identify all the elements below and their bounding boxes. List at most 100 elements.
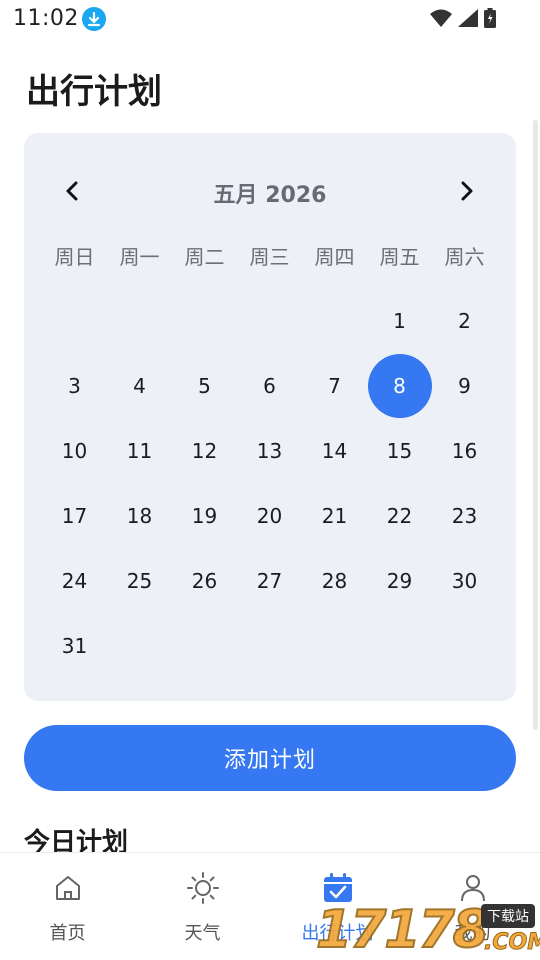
calendar-day[interactable]: 30 bbox=[432, 548, 497, 613]
calendar-day[interactable]: 9 bbox=[432, 353, 497, 418]
calendar-day-number: 4 bbox=[133, 373, 146, 398]
next-month-button[interactable] bbox=[447, 171, 487, 211]
calendar-day-grid: 1 2 3 4 5 6 7 8 9 10 11 12 13 14 15 16 17 18 19 20 21 22 23 24 2… bbox=[42, 288, 498, 678]
calendar-day[interactable]: 27 bbox=[237, 548, 302, 613]
calendar-check-icon bbox=[321, 871, 355, 905]
calendar-day[interactable]: 20 bbox=[237, 483, 302, 548]
calendar-day-number: 21 bbox=[321, 503, 348, 528]
calendar-day-number: 11 bbox=[126, 438, 153, 463]
calendar-day[interactable]: 28 bbox=[302, 548, 367, 613]
calendar-day[interactable]: 12 bbox=[172, 418, 237, 483]
calendar-day[interactable]: 29 bbox=[367, 548, 432, 613]
calendar-day-number: 13 bbox=[256, 438, 283, 463]
status-bar: 11:02 bbox=[0, 0, 540, 40]
calendar-day[interactable]: 24 bbox=[42, 548, 107, 613]
calendar-day-number: 25 bbox=[126, 568, 153, 593]
nav-label: 我的 bbox=[454, 923, 491, 944]
calendar-day[interactable]: 2 bbox=[432, 288, 497, 353]
weekday-label: 周三 bbox=[249, 245, 290, 269]
calendar-day-number: 18 bbox=[126, 503, 153, 528]
calendar-day-empty bbox=[172, 288, 237, 353]
calendar-day-number: 1 bbox=[393, 308, 406, 333]
calendar-day-number: 31 bbox=[61, 633, 88, 658]
status-icons bbox=[430, 8, 496, 28]
calendar-day-number: 22 bbox=[386, 503, 413, 528]
calendar-day[interactable]: 26 bbox=[172, 548, 237, 613]
calendar-day[interactable]: 16 bbox=[432, 418, 497, 483]
calendar-day-empty bbox=[42, 288, 107, 353]
nav-item-home[interactable]: 首页 bbox=[0, 853, 135, 960]
download-icon bbox=[82, 7, 106, 31]
calendar-day-number: 9 bbox=[458, 373, 471, 398]
add-plan-button[interactable]: 添加计划 bbox=[24, 725, 516, 791]
calendar-day-number: 8 bbox=[367, 353, 432, 418]
calendar-day-number: 15 bbox=[386, 438, 413, 463]
chevron-right-icon bbox=[461, 181, 473, 201]
calendar-day[interactable]: 19 bbox=[172, 483, 237, 548]
calendar-day-selected[interactable]: 8 bbox=[367, 353, 432, 418]
battery-icon bbox=[484, 8, 496, 28]
weekday-label: 周一 bbox=[119, 245, 160, 269]
calendar-month-label: 五月 2026 bbox=[213, 183, 327, 208]
calendar-day[interactable]: 21 bbox=[302, 483, 367, 548]
calendar-day[interactable]: 25 bbox=[107, 548, 172, 613]
calendar-day-number: 30 bbox=[451, 568, 478, 593]
calendar-day[interactable]: 4 bbox=[107, 353, 172, 418]
calendar-day-number: 12 bbox=[191, 438, 218, 463]
weekday-label: 周日 bbox=[54, 245, 95, 269]
calendar-day[interactable]: 31 bbox=[42, 613, 107, 678]
status-time: 11:02 bbox=[13, 6, 79, 31]
calendar-day[interactable]: 10 bbox=[42, 418, 107, 483]
nav-item-mine[interactable]: 我的 bbox=[405, 853, 540, 960]
calendar-day[interactable]: 14 bbox=[302, 418, 367, 483]
today-plan-title: 今日计划 bbox=[24, 828, 129, 852]
calendar-day-number: 24 bbox=[61, 568, 88, 593]
sun-icon bbox=[186, 871, 220, 905]
calendar-day-number: 6 bbox=[263, 373, 276, 398]
weekday-header: 周日 周一 周二 周三 周四 周五 周六 bbox=[42, 241, 498, 270]
calendar-day[interactable]: 18 bbox=[107, 483, 172, 548]
calendar-day-number: 16 bbox=[451, 438, 478, 463]
calendar-day[interactable]: 22 bbox=[367, 483, 432, 548]
calendar-day-empty bbox=[237, 288, 302, 353]
calendar-day[interactable]: 7 bbox=[302, 353, 367, 418]
calendar-day[interactable]: 17 bbox=[42, 483, 107, 548]
calendar-day-number: 20 bbox=[256, 503, 283, 528]
calendar-day-number: 7 bbox=[328, 373, 341, 398]
bottom-nav: 首页 天气 出行计划 我的 bbox=[0, 852, 540, 960]
calendar-day-number: 23 bbox=[451, 503, 478, 528]
calendar-day-number: 27 bbox=[256, 568, 283, 593]
nav-item-trip-plan[interactable]: 出行计划 bbox=[270, 853, 405, 960]
calendar-day[interactable]: 15 bbox=[367, 418, 432, 483]
home-icon bbox=[51, 871, 85, 905]
nav-label: 首页 bbox=[49, 923, 86, 944]
weekday-label: 周四 bbox=[314, 245, 355, 269]
page-title: 出行计划 bbox=[26, 72, 162, 112]
calendar-day-number: 10 bbox=[61, 438, 88, 463]
calendar-day-number: 19 bbox=[191, 503, 218, 528]
weekday-label: 周五 bbox=[379, 245, 420, 269]
calendar-day-number: 14 bbox=[321, 438, 348, 463]
calendar-day-number: 28 bbox=[321, 568, 348, 593]
person-icon bbox=[456, 871, 490, 905]
calendar-day-number: 29 bbox=[386, 568, 413, 593]
calendar-day-number: 17 bbox=[61, 503, 88, 528]
calendar-day-empty bbox=[107, 288, 172, 353]
calendar-day[interactable]: 5 bbox=[172, 353, 237, 418]
wifi-icon bbox=[430, 9, 452, 27]
calendar-day[interactable]: 6 bbox=[237, 353, 302, 418]
calendar-day-empty bbox=[302, 288, 367, 353]
calendar-day[interactable]: 11 bbox=[107, 418, 172, 483]
calendar-day-number: 2 bbox=[458, 308, 471, 333]
nav-label: 天气 bbox=[184, 923, 221, 944]
calendar-day[interactable]: 3 bbox=[42, 353, 107, 418]
nav-item-weather[interactable]: 天气 bbox=[135, 853, 270, 960]
scrollbar[interactable] bbox=[533, 120, 538, 730]
calendar-day[interactable]: 1 bbox=[367, 288, 432, 353]
weekday-label: 周六 bbox=[444, 245, 485, 269]
calendar-card: 五月 2026 周日 周一 周二 周三 周四 周五 周六 1 2 3 4 5 6 7 8 9 10… bbox=[24, 133, 516, 701]
calendar-day-number: 3 bbox=[68, 373, 81, 398]
calendar-day[interactable]: 13 bbox=[237, 418, 302, 483]
weekday-label: 周二 bbox=[184, 245, 225, 269]
calendar-day[interactable]: 23 bbox=[432, 483, 497, 548]
